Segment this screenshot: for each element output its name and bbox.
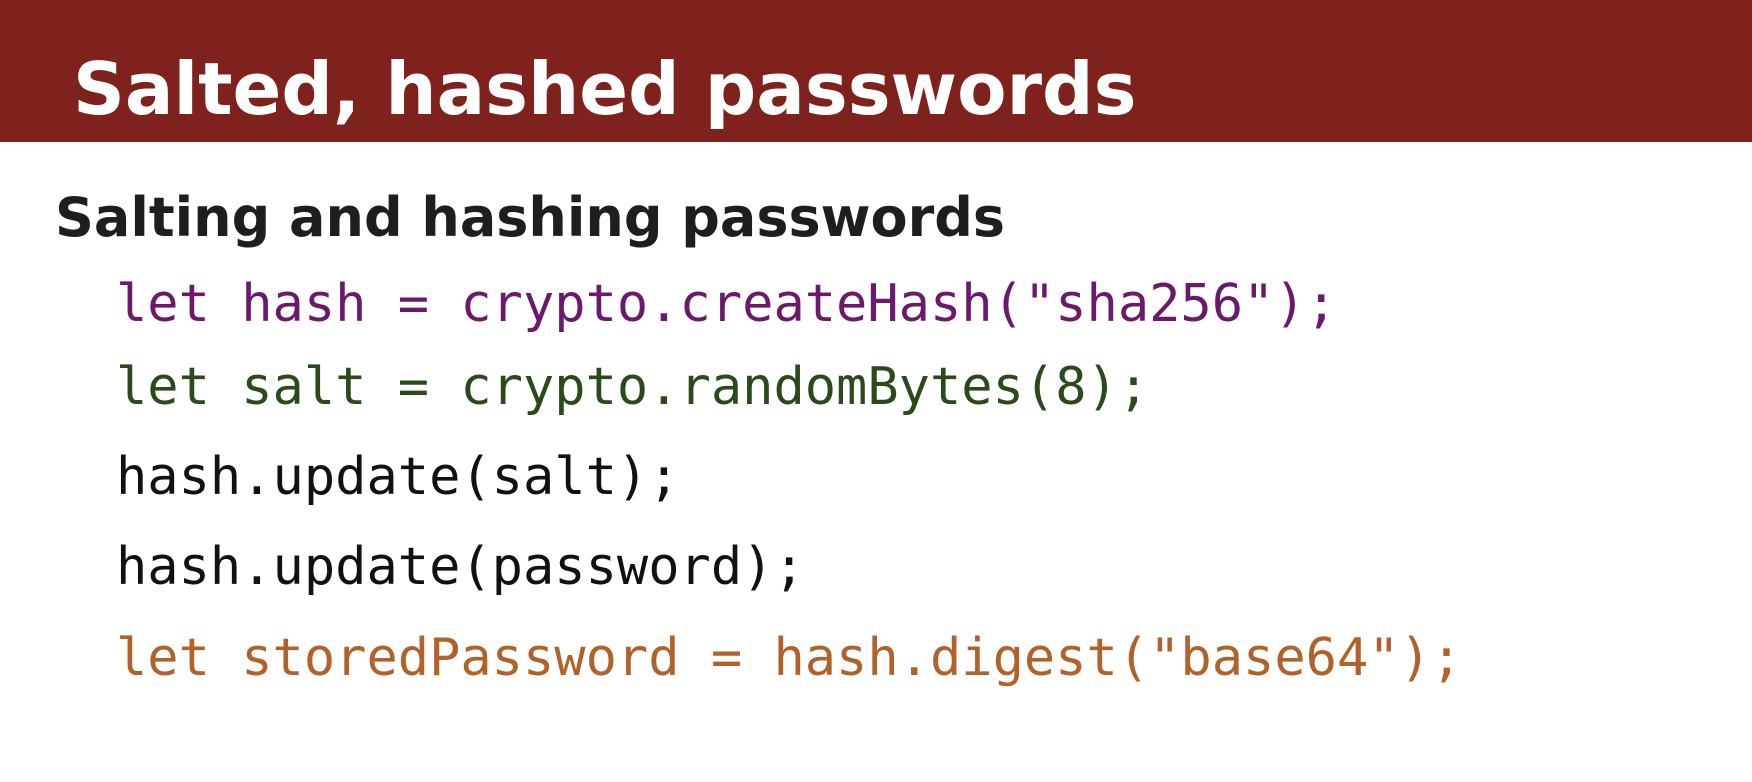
code-line-create-hash: let hash = crypto.createHash("sha256"); <box>116 274 1337 334</box>
title-bar: Salted, hashed passwords <box>0 0 1752 142</box>
section-heading: Salting and hashing passwords <box>55 186 1006 249</box>
code-line-update-salt: hash.update(salt); <box>116 447 680 507</box>
slide-title: Salted, hashed passwords <box>73 47 1137 131</box>
code-line-update-password: hash.update(password); <box>116 537 805 597</box>
code-line-random-salt: let salt = crypto.randomBytes(8); <box>116 357 1150 417</box>
code-line-digest: let storedPassword = hash.digest("base64… <box>116 628 1463 688</box>
